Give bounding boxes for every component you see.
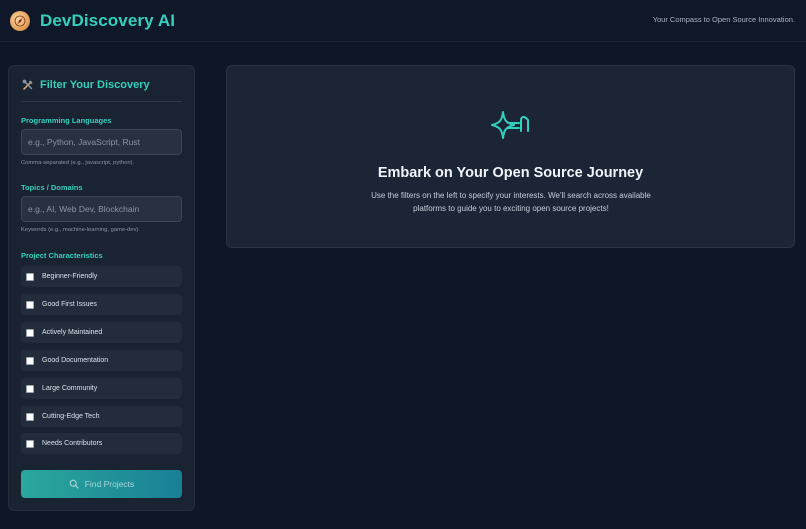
brand-title: DevDiscovery AI <box>40 11 176 30</box>
checkbox[interactable] <box>26 300 34 309</box>
languages-hint: Comma-separated (e.g., javascript, pytho… <box>21 160 135 166</box>
checkbox-large-community[interactable]: Large Community <box>21 378 182 399</box>
sidebar-title: Filter Your Discovery <box>22 79 150 91</box>
checkbox-actively-maintained[interactable]: Actively Maintained <box>21 322 182 343</box>
checkbox[interactable] <box>26 328 34 337</box>
topics-label: Topics / Domains <box>21 183 83 192</box>
checkbox-needs-contributors[interactable]: Needs Contributors <box>21 433 182 454</box>
sidebar-title-text: Filter Your Discovery <box>40 79 150 91</box>
checkbox[interactable] <box>26 412 34 421</box>
checkbox[interactable] <box>26 439 34 448</box>
welcome-description: Use the filters on the left to specify y… <box>371 191 651 213</box>
checkbox-cutting-edge-tech[interactable]: Cutting-Edge Tech <box>21 406 182 427</box>
topics-hint: Keywords (e.g., machine-learning, game-d… <box>21 227 140 233</box>
sparkle-icon <box>486 110 536 142</box>
tagline: Your Compass to Open Source Innovation. <box>652 15 795 24</box>
checkbox[interactable] <box>26 356 34 365</box>
compass-icon <box>10 11 30 31</box>
characteristics-label: Project Characteristics <box>21 251 103 260</box>
checkbox-label: Large Community <box>42 385 98 392</box>
welcome-title: Embark on Your Open Source Journey <box>377 165 644 181</box>
app-header: DevDiscovery AI Your Compass to Open Sou… <box>0 0 806 42</box>
filter-sidebar: Filter Your Discovery Programming Langua… <box>8 65 195 511</box>
welcome-card: Embark on Your Open Source Journey Use t… <box>226 65 795 248</box>
languages-label: Programming Languages <box>21 116 112 125</box>
search-icon <box>69 479 79 489</box>
checkbox-good-documentation[interactable]: Good Documentation <box>21 350 182 371</box>
checkbox[interactable] <box>26 384 34 393</box>
checkbox-label: Good Documentation <box>42 357 109 364</box>
checkbox-label: Cutting-Edge Tech <box>42 413 100 420</box>
checkbox-label: Needs Contributors <box>42 440 103 447</box>
tools-icon <box>22 79 34 91</box>
checkbox-label: Actively Maintained <box>42 329 103 336</box>
find-projects-button[interactable]: Find Projects <box>21 470 182 498</box>
checkbox[interactable] <box>26 272 34 281</box>
find-projects-label: Find Projects <box>84 479 135 489</box>
checkbox-beginner-friendly[interactable]: Beginner-Friendly <box>21 266 182 287</box>
checkbox-label: Good First Issues <box>42 301 97 308</box>
sidebar-divider <box>21 101 182 102</box>
topics-input[interactable] <box>21 196 182 222</box>
checkbox-label: Beginner-Friendly <box>42 273 98 280</box>
languages-input[interactable] <box>21 129 182 155</box>
checkbox-good-first-issues[interactable]: Good First Issues <box>21 294 182 315</box>
